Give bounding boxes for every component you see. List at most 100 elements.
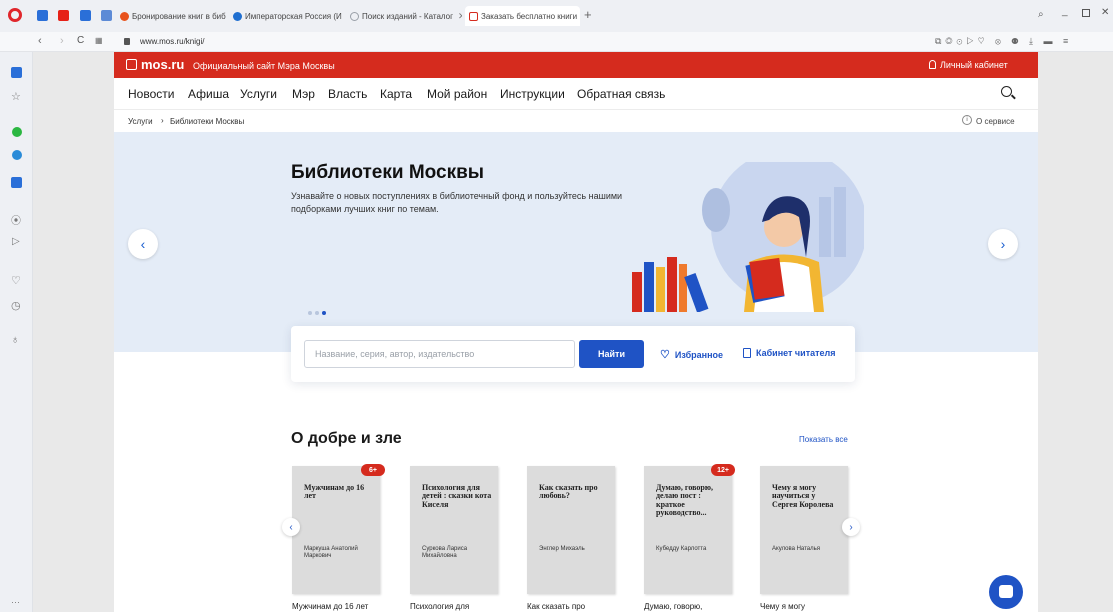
sidebar-heart-icon[interactable]: ♡ [11,274,21,287]
carousel-dot-active[interactable] [322,311,326,315]
tab-favicon-icon [120,11,129,21]
brand-tagline: Официальный сайт Мэра Москвы [193,61,335,71]
opera-logo-icon[interactable] [8,8,22,22]
find-button[interactable]: Найти [579,340,644,368]
favorites-link[interactable]: ♡ Избранное [660,348,723,361]
forward-icon[interactable]: › [60,35,64,47]
nav-news[interactable]: Новости [128,87,174,101]
nav-map[interactable]: Карта [380,87,412,101]
book-cover-title: Психология для детей : сказки кота Кисел… [422,483,492,509]
toolbar-icons[interactable]: ⧉◎⊙▷♡ ⊗ ⚉ ⤓ ▬ ≡ [935,36,1072,47]
youtube-tab-icon[interactable] [58,10,69,21]
nav-feedback[interactable]: Обратная связь [577,87,665,101]
tab-order-books[interactable]: Заказать бесплатно книги ✕ [465,6,580,26]
tab-booking[interactable]: Бронирование книг в биб ✕ [120,6,230,26]
vk-tab-icon[interactable] [80,10,91,21]
address-bar: ‹ › C ▦ www.mos.ru/knigi/ ⧉◎⊙▷♡ ⊗ ⚉ ⤓ ▬ … [0,32,1113,52]
close-window-icon[interactable]: ✕ [1101,7,1109,18]
book-caption[interactable]: Как сказать про [527,602,585,611]
tab-label: Заказать бесплатно книги [481,11,578,21]
account-link[interactable]: Личный кабинет [940,60,1008,70]
breadcrumb-separator: › [161,116,164,125]
about-service-link[interactable]: О сервисе [976,117,1015,126]
hero-next-button[interactable]: › [988,229,1018,259]
book-cover[interactable]: Чему я могу научиться у Сергея Королева … [760,466,848,594]
brand-name[interactable]: mos.ru [141,57,184,72]
book-cover-title: Как сказать про любовь? [539,483,598,501]
tab-imperial-russia[interactable]: Императорская Россия (И ✕ [233,6,343,26]
book-cover[interactable]: Мужчинам до 16 лет Маркуша Анатолий Марк… [292,466,380,594]
sidebar-whatsapp-icon[interactable] [12,127,22,137]
close-icon[interactable]: ✕ [458,11,462,22]
book-cover-author: Акулова Наталья [772,546,821,552]
book-cover[interactable]: Как сказать про любовь? Энглер Михаэль [527,466,615,594]
lock-icon [124,38,130,45]
reader-illustration [632,162,864,312]
heart-icon: ♡ [660,349,670,361]
books-prev-button[interactable]: ‹ [282,518,300,536]
back-icon[interactable]: ‹ [38,35,42,47]
url-field[interactable]: www.mos.ru/knigi/ [140,37,204,46]
loading-icon [350,11,359,21]
book-caption[interactable]: Мужчинам до 16 лет [292,602,368,611]
book-cover-author: Суркова Лариса Михайловна [422,546,468,560]
reader-cabinet-link[interactable]: Кабинет читателя [743,348,835,358]
new-tab-button[interactable]: + [584,7,592,22]
nav-instructions[interactable]: Инструкции [500,87,565,101]
section-title: О добре и зле [291,430,402,447]
tab-label: Поиск изданий - Каталог [362,11,454,21]
minimize-icon[interactable]: _ [1062,6,1068,17]
tab-catalog-search[interactable]: Поиск изданий - Каталог ✕ [350,6,462,26]
carousel-dot[interactable] [315,311,319,315]
sidebar-more-icon[interactable]: ··· [11,597,20,607]
sidebar-home-icon[interactable] [11,67,22,78]
tiles-icon[interactable]: ▦ [95,36,103,45]
book-caption[interactable]: Думаю, говорю, [644,602,702,611]
sidebar-send-icon[interactable]: ▷ [12,236,20,247]
sidebar-pinboard-icon[interactable]: ♁ [11,334,19,346]
book-caption[interactable]: Психология для [410,602,469,611]
tab-favicon-icon [233,11,242,21]
info-icon[interactable]: i [962,115,972,125]
nav-government[interactable]: Власть [328,87,367,101]
browser-sidebar: ☆ ⦿ ▷ ♡ ◷ ♁ ··· [0,52,33,612]
chat-bubble-icon [999,585,1013,598]
browser-tab-bar: Бронирование книг в биб ✕ Императорская … [0,0,1113,32]
book-caption[interactable]: Чему я могу [760,602,805,611]
sidebar-player-icon[interactable]: ⦿ [11,212,21,227]
favorites-label: Избранное [674,349,724,360]
books-next-button[interactable]: › [842,518,860,536]
nav-services[interactable]: Услуги [240,87,277,101]
breadcrumb-services[interactable]: Услуги [128,117,153,126]
sidebar-star-icon[interactable]: ☆ [11,90,21,103]
hero-text: Узнавайте о новых поступлениях в библиот… [291,191,623,214]
reader-cabinet-label: Кабинет читателя [756,348,836,358]
book-cover[interactable]: Психология для детей : сказки кота Кисел… [410,466,498,594]
book-cover-author: Кубедду Карлотта [656,546,707,552]
search-card: Название, серия, автор, издательство Най… [291,326,855,382]
nav-afisha[interactable]: Афиша [188,87,229,101]
restore-icon[interactable] [1082,9,1090,17]
extension-tab-icon[interactable] [101,10,112,21]
chat-button[interactable] [989,575,1023,609]
book-cover[interactable]: Думаю, говорю, делаю пост : краткое руко… [644,466,732,594]
nav-mayor[interactable]: Мэр [292,87,315,101]
reload-icon[interactable]: C [77,35,84,46]
search-tabs-icon[interactable]: ⌕ [1038,9,1044,20]
search-input[interactable]: Название, серия, автор, издательство [304,340,575,368]
nav-my-district[interactable]: Мой район [427,87,487,101]
user-icon[interactable] [929,60,936,69]
page-margin-left [33,52,114,612]
age-badge: 12+ [711,464,735,476]
sidebar-telegram-icon[interactable] [12,150,22,160]
top-red-bar: mos.ru Официальный сайт Мэра Москвы Личн… [114,52,1038,78]
hero-prev-button[interactable]: ‹ [128,229,158,259]
speed-dial-icon[interactable] [37,10,48,21]
sidebar-vk-icon[interactable] [11,177,22,188]
tab-label: Бронирование книг в биб [132,11,226,21]
mos-ru-logo-icon[interactable] [126,59,137,70]
carousel-dot[interactable] [308,311,312,315]
sidebar-history-icon[interactable]: ◷ [11,299,21,312]
tab-favicon-icon [469,11,478,21]
show-all-link[interactable]: Показать все [799,435,848,444]
